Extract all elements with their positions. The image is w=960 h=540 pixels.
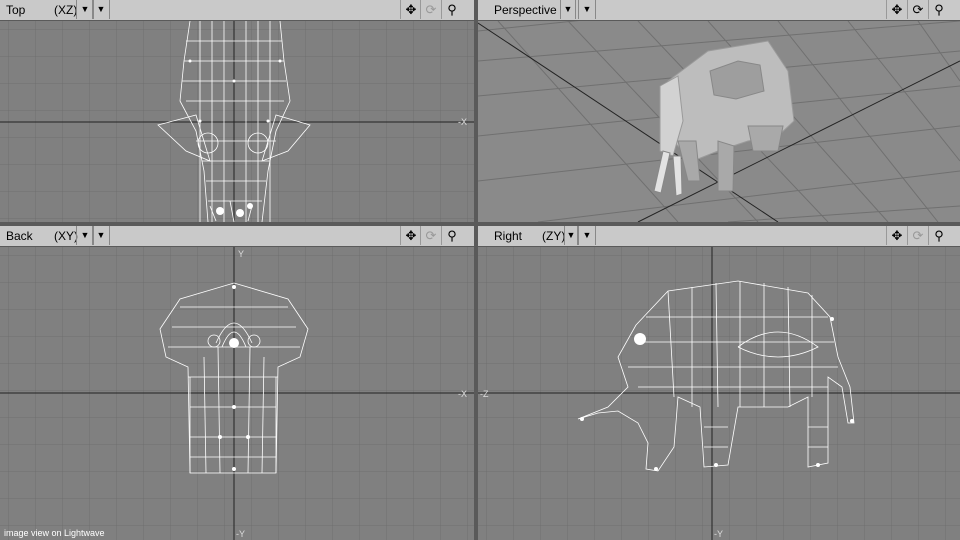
magnifier-icon[interactable]: ⚲ [441, 0, 462, 19]
viewport-canvas[interactable] [478, 21, 960, 222]
axis-label: Y [238, 249, 244, 259]
view-options-dropdown[interactable]: ▼ [578, 226, 596, 245]
back-wireframe: Y -X -Y [0, 247, 474, 540]
viewport-header: Perspective ▼ ▼ ✥ ⟳ ⚲ [478, 0, 960, 21]
viewport-top[interactable]: Top (XZ) ▼ ▼ ✥ ⟳ ⚲ -X [0, 0, 474, 222]
view-options-dropdown[interactable]: ▼ [92, 226, 110, 245]
move-icon[interactable]: ✥ [886, 226, 907, 245]
viewport-canvas[interactable]: -Z -Y [478, 247, 960, 540]
viewport-name: Right [494, 229, 523, 243]
axis-label: -X [458, 117, 467, 127]
viewport-perspective[interactable]: Perspective ▼ ▼ ✥ ⟳ ⚲ [478, 0, 960, 222]
viewport-name: Perspective [494, 3, 557, 17]
right-wireframe: -Z -Y [478, 247, 960, 540]
rotate-icon[interactable]: ⟳ [907, 0, 928, 19]
move-icon[interactable]: ✥ [400, 226, 421, 245]
axis-label: -Y [236, 529, 245, 539]
view-type-dropdown[interactable]: ▼ [564, 226, 578, 245]
viewport-right[interactable]: Right (ZY) ▼ ▼ ✥ ⟳ ⚲ -Z -Y [478, 226, 960, 540]
viewport-back[interactable]: Back (XY) ▼ ▼ ✥ ⟳ ⚲ Y -X -Y [0, 226, 474, 540]
viewport-name: Back [6, 229, 33, 243]
axis-label: -X [458, 389, 467, 399]
viewport-canvas[interactable]: -X [0, 21, 474, 222]
magnifier-icon[interactable]: ⚲ [928, 0, 949, 19]
rotate-icon[interactable]: ⟳ [907, 226, 928, 245]
view-options-dropdown[interactable]: ▼ [92, 0, 110, 19]
top-wireframe: -X [0, 21, 474, 222]
magnifier-icon[interactable]: ⚲ [441, 226, 462, 245]
axis-label: -Z [480, 389, 489, 399]
magnifier-icon[interactable]: ⚲ [928, 226, 949, 245]
rotate-icon[interactable]: ⟳ [420, 0, 441, 19]
move-icon[interactable]: ✥ [886, 0, 907, 19]
view-options-dropdown[interactable]: ▼ [578, 0, 596, 19]
view-axis-label: (ZY) [542, 229, 566, 243]
viewport-canvas[interactable]: Y -X -Y [0, 247, 474, 540]
view-axis-label: (XZ) [54, 3, 78, 17]
view-axis-label: (XY) [54, 229, 78, 243]
move-icon[interactable]: ✥ [400, 0, 421, 19]
viewport-name: Top [6, 3, 26, 17]
perspective-scene [478, 21, 960, 222]
viewport-header: Right (ZY) ▼ ▼ ✥ ⟳ ⚲ [478, 226, 960, 247]
view-type-dropdown[interactable]: ▼ [560, 0, 576, 19]
axis-label: -Y [714, 529, 723, 539]
viewport-header: Top (XZ) ▼ ▼ ✥ ⟳ ⚲ [0, 0, 474, 21]
image-caption: image view on Lightwave [4, 528, 105, 538]
viewport-header: Back (XY) ▼ ▼ ✥ ⟳ ⚲ [0, 226, 474, 247]
rotate-icon[interactable]: ⟳ [420, 226, 441, 245]
